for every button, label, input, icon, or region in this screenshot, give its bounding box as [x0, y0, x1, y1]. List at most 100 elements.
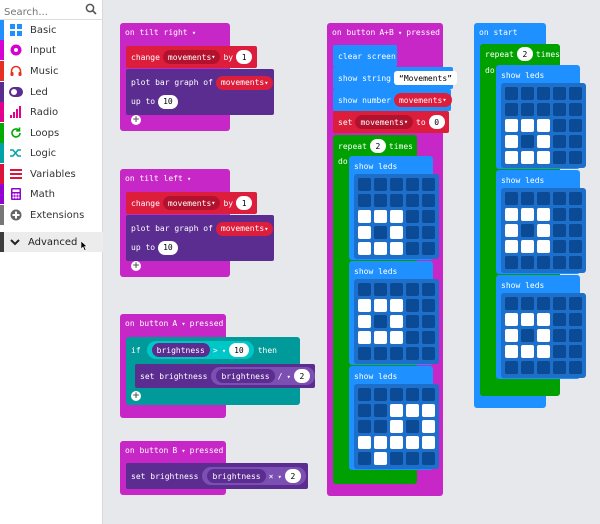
led-cell[interactable] [505, 135, 518, 148]
led-cell[interactable] [521, 361, 534, 374]
led-cell[interactable] [390, 420, 403, 433]
to-value-input[interactable]: 0 [428, 115, 445, 129]
up-to-value-input[interactable]: 10 [158, 240, 178, 255]
led-cell[interactable] [406, 404, 419, 417]
led-cell[interactable] [505, 240, 518, 253]
led-grid[interactable] [501, 188, 586, 273]
led-cell[interactable] [505, 192, 518, 205]
led-cell[interactable] [406, 388, 419, 401]
led-cell[interactable] [358, 242, 371, 255]
led-cell[interactable] [521, 151, 534, 164]
led-cell[interactable] [553, 329, 566, 342]
led-cell[interactable] [406, 283, 419, 296]
led-cell[interactable] [406, 242, 419, 255]
led-cell[interactable] [553, 297, 566, 310]
led-cell[interactable] [358, 299, 371, 312]
led-cell[interactable] [521, 103, 534, 116]
plot-bar-graph-block[interactable]: plot bar graph of movements up to 10 [126, 69, 274, 115]
divide-operator-dropdown[interactable]: / [278, 372, 291, 381]
led-cell[interactable] [505, 103, 518, 116]
led-cell[interactable] [569, 329, 582, 342]
repeat-count-input[interactable]: 2 [516, 47, 533, 61]
repeat-count-input[interactable]: 2 [369, 139, 386, 153]
led-cell[interactable] [537, 297, 550, 310]
led-cell[interactable] [553, 224, 566, 237]
led-cell[interactable] [537, 119, 550, 132]
led-cell[interactable] [406, 178, 419, 191]
led-cell[interactable] [521, 329, 534, 342]
led-cell[interactable] [521, 224, 534, 237]
number-variable-dropdown[interactable]: movements [393, 93, 452, 107]
by-value-input[interactable]: 1 [236, 196, 253, 210]
led-cell[interactable] [553, 103, 566, 116]
led-cell[interactable] [374, 242, 387, 255]
on-button-a-hat[interactable]: on button A pressed [120, 314, 226, 332]
led-cell[interactable] [358, 178, 371, 191]
led-cell[interactable] [358, 226, 371, 239]
led-cell[interactable] [537, 224, 550, 237]
led-cell[interactable] [569, 208, 582, 221]
led-cell[interactable] [374, 194, 387, 207]
led-cell[interactable] [406, 420, 419, 433]
led-cell[interactable] [406, 226, 419, 239]
variable-dropdown[interactable]: movements [162, 50, 221, 64]
led-cell[interactable] [358, 404, 371, 417]
led-cell[interactable] [422, 242, 435, 255]
string-input[interactable]: “Movements” [393, 71, 457, 85]
toolbox-category-logic[interactable]: Logic [0, 143, 103, 163]
led-cell[interactable] [537, 103, 550, 116]
divide-block[interactable]: brightness / 2 [211, 367, 315, 385]
led-cell[interactable] [537, 256, 550, 269]
led-cell[interactable] [521, 256, 534, 269]
led-cell[interactable] [521, 119, 534, 132]
led-cell[interactable] [553, 256, 566, 269]
toolbox-category-variables[interactable]: Variables [0, 164, 103, 184]
led-cell[interactable] [569, 256, 582, 269]
led-cell[interactable] [390, 178, 403, 191]
led-cell[interactable] [374, 178, 387, 191]
led-cell[interactable] [422, 178, 435, 191]
led-cell[interactable] [553, 240, 566, 253]
led-cell[interactable] [521, 297, 534, 310]
led-cell[interactable] [358, 331, 371, 344]
led-cell[interactable] [553, 208, 566, 221]
toolbox-category-led[interactable]: Led [0, 82, 103, 102]
on-button-ab-hat[interactable]: on button A+B pressed [327, 23, 443, 41]
led-cell[interactable] [537, 361, 550, 374]
multiply-operator-dropdown[interactable]: × [269, 472, 282, 481]
multiply-block[interactable]: brightness × 2 [202, 467, 306, 485]
led-cell[interactable] [374, 226, 387, 239]
plot-variable-dropdown[interactable]: movements [215, 75, 274, 90]
led-cell[interactable] [521, 313, 534, 326]
led-cell[interactable] [422, 226, 435, 239]
led-cell[interactable] [358, 452, 371, 465]
plot-bar-graph-block[interactable]: plot bar graph of movements up to 10 [126, 215, 274, 261]
search-input[interactable] [4, 3, 86, 22]
change-movements-block[interactable]: change movements by 1 [126, 46, 257, 68]
led-cell[interactable] [537, 87, 550, 100]
multiply-value-input[interactable]: 2 [284, 469, 301, 483]
led-cell[interactable] [521, 345, 534, 358]
led-cell[interactable] [358, 347, 371, 360]
led-cell[interactable] [505, 151, 518, 164]
led-cell[interactable] [422, 420, 435, 433]
show-number-block[interactable]: show number movements [333, 89, 452, 111]
toolbox-category-input[interactable]: Input [0, 40, 103, 60]
led-cell[interactable] [358, 194, 371, 207]
set-variable-dropdown[interactable]: movements [355, 115, 414, 129]
led-cell[interactable] [390, 299, 403, 312]
led-cell[interactable] [406, 331, 419, 344]
led-cell[interactable] [390, 283, 403, 296]
led-cell[interactable] [537, 240, 550, 253]
led-cell[interactable] [406, 347, 419, 360]
on-tilt-right-hat[interactable]: on tilt right [120, 23, 204, 41]
brightness-reporter[interactable]: brightness [216, 369, 275, 383]
led-cell[interactable] [406, 194, 419, 207]
led-cell[interactable] [390, 347, 403, 360]
led-cell[interactable] [374, 210, 387, 223]
led-cell[interactable] [374, 299, 387, 312]
led-cell[interactable] [422, 452, 435, 465]
led-cell[interactable] [521, 87, 534, 100]
led-cell[interactable] [374, 315, 387, 328]
led-grid[interactable] [354, 174, 439, 259]
